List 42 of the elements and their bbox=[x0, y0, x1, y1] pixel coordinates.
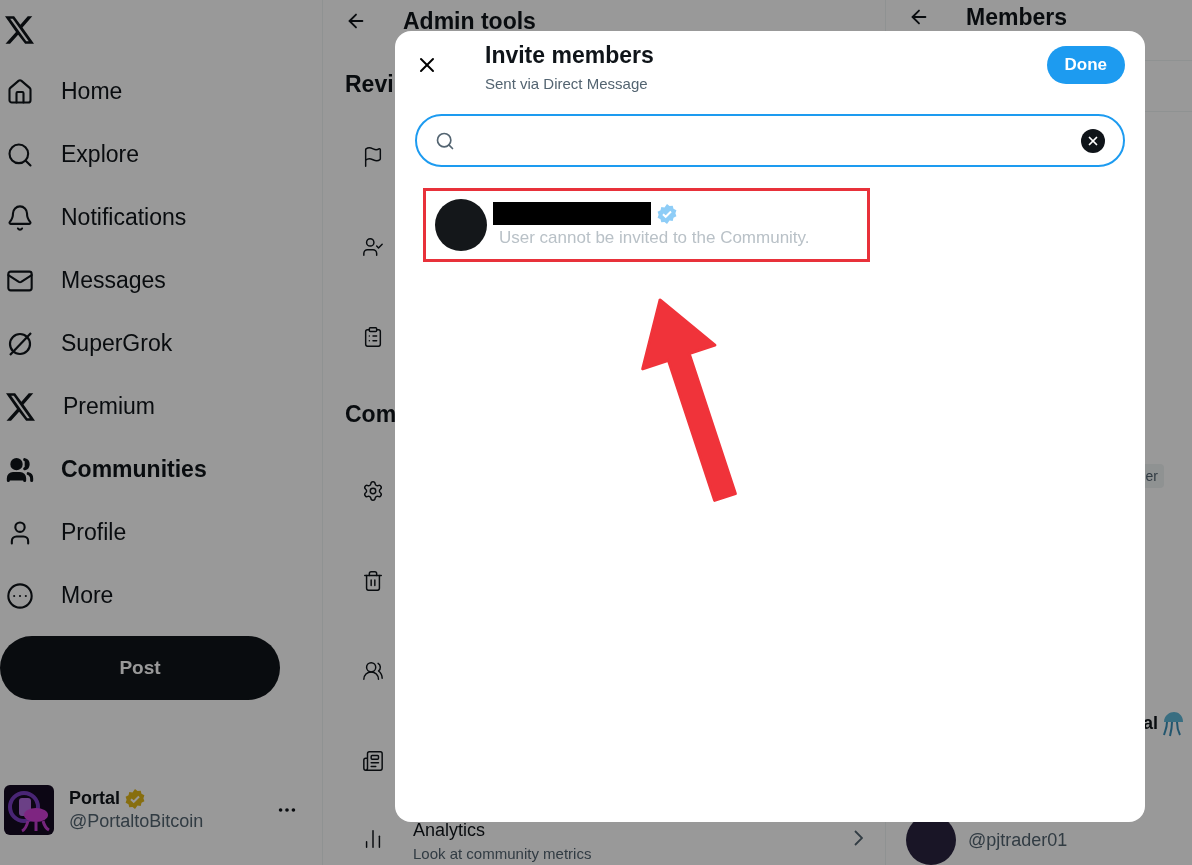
account-handle: @PortaltoBitcoin bbox=[69, 811, 205, 832]
nav-link[interactable]: Messages bbox=[0, 249, 322, 312]
setting-title[interactable]: Analytics bbox=[413, 820, 825, 841]
bell-icon bbox=[6, 203, 34, 232]
panel-title: Members bbox=[966, 6, 1067, 29]
account-name: Portal bbox=[69, 788, 120, 809]
page-title: Admin tools bbox=[403, 7, 536, 35]
nav-link[interactable]: Premium bbox=[0, 375, 322, 438]
search-icon bbox=[435, 130, 455, 151]
nav-link[interactable]: Explore bbox=[0, 123, 322, 186]
post-button[interactable]: Post bbox=[0, 636, 280, 700]
people-icon bbox=[6, 455, 34, 484]
person-check-icon bbox=[362, 236, 384, 258]
search-field[interactable] bbox=[415, 114, 1125, 167]
flag-icon bbox=[362, 146, 384, 168]
home-icon bbox=[6, 77, 34, 106]
nav-link[interactable]: Home bbox=[0, 60, 322, 123]
section-heading: Com bbox=[344, 400, 397, 429]
trash-icon bbox=[362, 570, 384, 592]
dialog-title: Invite members bbox=[485, 42, 655, 69]
nav-link[interactable]: More bbox=[0, 564, 322, 627]
card-icon bbox=[362, 750, 384, 772]
nav-link[interactable]: Profile bbox=[0, 501, 322, 564]
search-icon bbox=[6, 140, 34, 169]
section-heading: Revi bbox=[344, 70, 394, 99]
jellyfish-icon bbox=[1162, 710, 1184, 737]
list-icon bbox=[362, 326, 384, 348]
x-logo-icon bbox=[6, 392, 36, 421]
nav-link[interactable]: Communities bbox=[0, 438, 322, 501]
nav-link[interactable]: SuperGrok bbox=[0, 312, 322, 375]
clear-button[interactable] bbox=[1081, 128, 1105, 153]
avatar bbox=[435, 199, 487, 251]
settings-icon bbox=[362, 480, 384, 502]
x-logo-icon bbox=[5, 16, 35, 44]
setting-description: Look at community metrics bbox=[413, 845, 593, 862]
group-icon bbox=[362, 660, 384, 682]
more-icon bbox=[6, 581, 34, 610]
nav-link[interactable]: Notifications bbox=[0, 186, 322, 249]
dialog-subtitle: Sent via Direct Message bbox=[485, 75, 649, 92]
status-message: User cannot be invited to the Community. bbox=[499, 228, 810, 248]
member-handle: @pjtrader01 bbox=[968, 829, 1068, 851]
chevron-right-icon bbox=[854, 830, 863, 846]
